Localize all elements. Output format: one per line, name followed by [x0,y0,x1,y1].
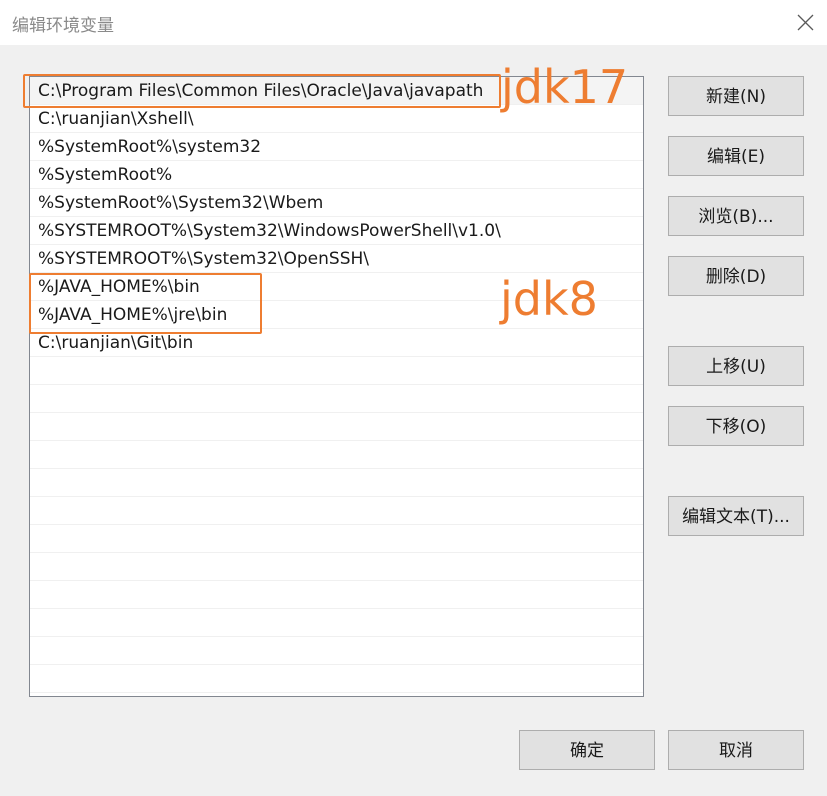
list-item[interactable]: %SYSTEMROOT%\System32\WindowsPowerShell\… [30,217,643,245]
edit-text-button[interactable]: 编辑文本(T)... [668,496,804,536]
jdk17-annotation: jdk17 [501,60,629,114]
edit-button[interactable]: 编辑(E) [668,136,804,176]
empty-list-row[interactable] [30,497,643,525]
list-item[interactable]: %SystemRoot%\system32 [30,133,643,161]
empty-list-row[interactable] [30,609,643,637]
list-item[interactable]: C:\ruanjian\Git\bin [30,329,643,357]
empty-list-row[interactable] [30,441,643,469]
empty-list-row[interactable] [30,385,643,413]
list-item-label: %SYSTEMROOT%\System32\WindowsPowerShell\… [38,221,501,241]
ok-button[interactable]: 确定 [519,730,655,770]
move-up-button[interactable]: 上移(U) [668,346,804,386]
list-item[interactable]: %SystemRoot% [30,161,643,189]
list-item-label: %SYSTEMROOT%\System32\OpenSSH\ [38,249,370,269]
title-bar: 编辑环境变量 [0,0,827,45]
delete-button[interactable]: 删除(D) [668,256,804,296]
empty-list-row[interactable] [30,637,643,665]
close-icon [797,14,814,31]
list-item-label: %JAVA_HOME%\bin [38,277,200,297]
empty-list-row[interactable] [30,553,643,581]
cancel-button[interactable]: 取消 [668,730,804,770]
close-button[interactable] [781,0,827,45]
window-title: 编辑环境变量 [12,16,114,36]
list-item[interactable]: %SystemRoot%\System32\Wbem [30,189,643,217]
list-item-label: C:\ruanjian\Git\bin [38,333,194,353]
list-item-label: %JAVA_HOME%\jre\bin [38,305,228,325]
jdk8-annotation: jdk8 [500,272,598,326]
empty-list-row[interactable] [30,525,643,553]
list-item-label: C:\Program Files\Common Files\Oracle\Jav… [38,81,484,101]
browse-button[interactable]: 浏览(B)... [668,196,804,236]
list-item-label: %SystemRoot%\system32 [38,137,262,157]
empty-list-row[interactable] [30,581,643,609]
move-down-button[interactable]: 下移(O) [668,406,804,446]
empty-list-row[interactable] [30,469,643,497]
empty-list-row[interactable] [30,665,643,693]
empty-list-row[interactable] [30,357,643,385]
new-button[interactable]: 新建(N) [668,76,804,116]
list-item-label: %SystemRoot%\System32\Wbem [38,193,324,213]
list-item-label: %SystemRoot% [38,165,173,185]
path-list[interactable]: C:\Program Files\Common Files\Oracle\Jav… [29,76,644,697]
empty-list-row[interactable] [30,413,643,441]
list-item-label: C:\ruanjian\Xshell\ [38,109,194,129]
list-item[interactable]: %SYSTEMROOT%\System32\OpenSSH\ [30,245,643,273]
